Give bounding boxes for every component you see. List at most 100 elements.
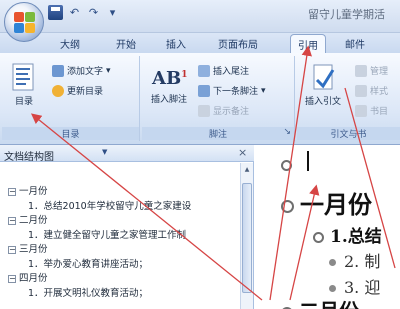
- outline-heading-1[interactable]: 二月份: [281, 295, 359, 309]
- document-map-dropdown-icon[interactable]: ▼: [102, 148, 107, 156]
- document-map-item[interactable]: 1．建立健全留守儿童之家管理工作制: [8, 229, 236, 244]
- footnote-icon-superscript: 1: [181, 70, 188, 80]
- footnote-icon-text: AB: [152, 68, 182, 89]
- undo-icon[interactable]: ↶: [67, 5, 82, 20]
- ribbon: 目录 添加文字 ▾ 更新目录 目录 AB1 插入脚注 插入尾注 下一条脚注 ▾: [0, 53, 400, 145]
- toc-group-label: 目录: [2, 127, 139, 140]
- add-text-button[interactable]: 添加文字 ▾: [52, 64, 111, 77]
- manage-sources-icon: [355, 64, 367, 77]
- manage-sources-button[interactable]: 管理: [355, 64, 388, 77]
- document-map-title: 文档结构图: [4, 152, 54, 163]
- document-map-item-label: 一月份: [19, 186, 48, 197]
- scrollbar-thumb[interactable]: [242, 183, 252, 293]
- document-map-item-label: 1．建立健全留守儿童之家管理工作制: [28, 229, 187, 241]
- redo-icon[interactable]: ↷: [86, 5, 101, 20]
- insert-endnote-button[interactable]: 插入尾注: [198, 64, 249, 77]
- tab-insert[interactable]: 插入: [166, 36, 186, 51]
- document-map-item-label: 1．总结2010年学校留守儿童之家建设: [28, 200, 192, 212]
- insert-footnote-button[interactable]: AB1 插入脚注: [146, 60, 192, 105]
- office-logo-icon: [14, 12, 35, 33]
- next-footnote-label: 下一条脚注: [213, 87, 259, 97]
- manage-sources-label: 管理: [370, 67, 389, 77]
- toc-button-label: 目录: [14, 97, 33, 107]
- document-map-item-label: 三月份: [19, 244, 48, 255]
- tab-mailings[interactable]: 邮件: [345, 36, 365, 51]
- outline-body-text-label: 2. 制: [344, 252, 381, 271]
- document-map-item[interactable]: 1．举办爱心教育讲座活动；: [8, 258, 236, 273]
- document-map-header: 文档结构图 ▼ ×: [0, 145, 254, 163]
- outline-bullet-icon: [329, 259, 336, 266]
- text-cursor: [307, 151, 309, 171]
- endnote-icon: [198, 64, 210, 77]
- show-notes-label: 显示备注: [213, 107, 250, 117]
- document-map-item[interactable]: − 四月份: [8, 272, 236, 287]
- bibliography-label: 书目: [370, 107, 389, 117]
- outline-expand-icon: [281, 200, 294, 213]
- document-map-item-label: 1．举办爱心教育讲座活动；: [28, 258, 149, 270]
- toc-button[interactable]: 目录: [6, 62, 42, 107]
- outline-heading-1[interactable]: 一月份: [281, 185, 372, 220]
- document-map-item[interactable]: 1．开展文明礼仪教育活动；: [8, 287, 236, 302]
- collapse-icon[interactable]: −: [8, 217, 16, 225]
- document-map-item-label: 二月份: [19, 215, 48, 226]
- style-label: 样式: [370, 87, 389, 97]
- update-toc-icon: [52, 84, 64, 97]
- quick-access-toolbar: ↶ ↷ ▾: [48, 4, 120, 21]
- next-footnote-dropdown-icon: ▾: [261, 85, 266, 96]
- collapse-icon[interactable]: −: [8, 188, 16, 196]
- document-map-item[interactable]: − 二月份: [8, 214, 236, 229]
- window-title: 留守儿童学期活: [308, 8, 385, 21]
- footnotes-dialog-launcher-icon[interactable]: ↘: [283, 127, 291, 137]
- office-button[interactable]: [4, 2, 44, 42]
- insert-citation-button[interactable]: 插入引文: [301, 62, 345, 107]
- show-notes-button[interactable]: 显示备注: [198, 104, 249, 117]
- update-toc-button[interactable]: 更新目录: [52, 84, 103, 97]
- outline-heading-text: 一月份: [300, 190, 372, 219]
- tab-home[interactable]: 开始: [116, 36, 136, 51]
- insert-citation-icon: [306, 62, 340, 92]
- close-icon[interactable]: ×: [238, 146, 247, 159]
- tab-references[interactable]: 引用: [290, 34, 326, 54]
- add-text-icon: [52, 64, 64, 77]
- ribbon-tabs: 大纲 开始 插入 页面布局 引用 邮件: [0, 33, 400, 54]
- outline-bullet-icon: [329, 285, 336, 292]
- document-map-item-label: 1．开展文明礼仪教育活动；: [28, 287, 149, 299]
- style-icon: [355, 84, 367, 97]
- style-selector[interactable]: 样式: [355, 84, 388, 97]
- document-map-item-label: 四月份: [19, 273, 48, 284]
- footnotes-group: AB1 插入脚注 插入尾注 下一条脚注 ▾ 显示备注 脚注 ↘: [142, 56, 295, 141]
- insert-citation-label: 插入引文: [304, 97, 341, 107]
- tab-outline[interactable]: 大纲: [60, 36, 80, 51]
- update-toc-label: 更新目录: [67, 87, 104, 97]
- show-notes-icon: [198, 104, 210, 117]
- outline-bullet-icon: [281, 159, 292, 171]
- document-map-item[interactable]: − 三月份: [8, 243, 236, 258]
- document-map-scrollbar[interactable]: ▲: [240, 163, 253, 309]
- outline-body-text[interactable]: 2. 制: [329, 248, 380, 272]
- title-bar: ↶ ↷ ▾ 留守儿童学期活: [0, 0, 400, 42]
- tab-page-layout[interactable]: 页面布局: [218, 36, 258, 51]
- insert-endnote-label: 插入尾注: [213, 67, 250, 77]
- scroll-up-icon[interactable]: ▲: [242, 165, 252, 175]
- collapse-icon[interactable]: −: [8, 246, 16, 254]
- add-text-label: 添加文字: [67, 67, 104, 77]
- document-map-tree: − 一月份 1．总结2010年学校留守儿童之家建设 − 二月份 1．建立健全留守儿童…: [8, 185, 236, 301]
- outline-bullet-row[interactable]: [281, 157, 298, 173]
- bibliography-button[interactable]: 书目: [355, 104, 388, 117]
- document-area[interactable]: 一月份 1.总结 2. 制 3. 迎 二月份: [255, 145, 400, 309]
- customize-qat-button[interactable]: ▾: [105, 5, 120, 20]
- next-footnote-icon: [198, 84, 210, 97]
- toc-group: 目录 添加文字 ▾ 更新目录 目录: [2, 56, 140, 141]
- insert-footnote-label: 插入脚注: [150, 95, 187, 105]
- outline-heading-text: 二月份: [299, 299, 359, 309]
- document-map-pane: 文档结构图 ▼ × − 一月份 1．总结2010年学校留守儿童之家建设 − 二月份 …: [0, 145, 254, 309]
- document-map-item[interactable]: 1．总结2010年学校留守儿童之家建设: [8, 200, 236, 215]
- next-footnote-button[interactable]: 下一条脚注 ▾: [198, 84, 266, 97]
- save-icon[interactable]: [48, 5, 63, 20]
- outline-heading-2[interactable]: 1.总结: [313, 222, 382, 247]
- collapse-icon[interactable]: −: [8, 275, 16, 283]
- footnote-icon: AB1: [152, 60, 188, 90]
- document-map-item[interactable]: − 一月份: [8, 185, 236, 200]
- citations-group: 插入引文 管理 样式 书目 引文与书: [297, 56, 400, 141]
- outline-heading-text: 1.总结: [330, 227, 382, 247]
